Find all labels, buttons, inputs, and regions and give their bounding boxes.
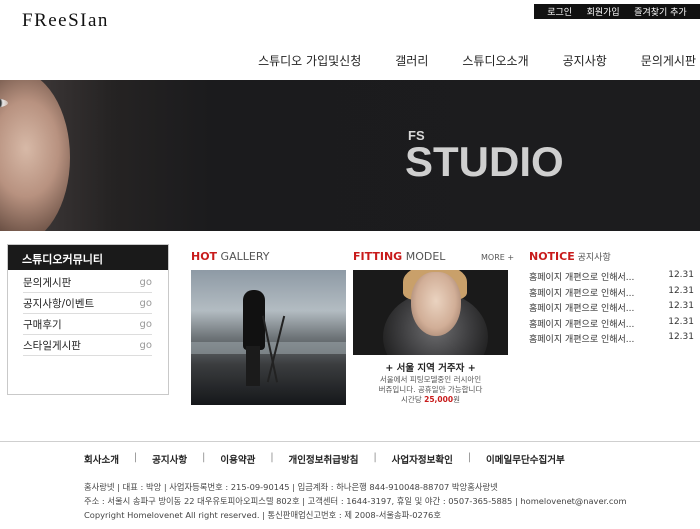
go-link[interactable]: go [140,340,152,351]
community-list: 문의게시판 go 공지사항/이벤트 go 구매후기 go 스타일게시판 go [8,270,168,356]
footer-divider [0,441,700,442]
notice-list: 홈페이지 개편으로 인해서... 12.31 홈페이지 개편으로 인해서... 12… [529,270,694,348]
photo-legs [246,346,260,386]
footer-address: 주소 : 서울시 송파구 방이동 22 대우유토피아오피스텔 802호 | 고객… [84,496,627,506]
community-item-label: 스타일게시판 [23,339,81,352]
separator: | [202,452,206,463]
bookmark-link[interactable]: 즐겨찾기 추가 [634,5,687,18]
login-link[interactable]: 로그인 [547,5,572,18]
title-accent: HOT [191,250,218,263]
banner-eye [0,98,8,108]
fitting-desc-line: 서울에서 피팅모델중인 러시아인 [379,375,482,384]
fitting-desc-line: 버쥬입니다. 공휴일만 가능합니다 [378,385,483,394]
title-rest: 공지사항 [574,253,611,263]
notice-date: 12.31 [668,301,694,311]
title-rest: GALLERY [217,250,270,263]
nav-studio-intro[interactable]: 스튜디오소개 [462,52,528,69]
notice-date: 12.31 [668,332,694,342]
list-item[interactable]: 홈페이지 개편으로 인해서... 12.31 [529,286,694,302]
hot-gallery-title: HOT GALLERY [191,250,269,263]
list-item[interactable]: 홈페이지 개편으로 인해서... 12.31 [529,317,694,333]
notice-text: 홈페이지 개편으로 인해서... [529,335,635,345]
main-banner: FS STUDIO [0,80,700,231]
separator: | [373,452,377,463]
footer-copyright: Copyright Homelovenet All right reserved… [84,510,441,520]
fitting-heading: + 서울 지역 거주자 + [385,363,476,374]
footer-link-terms[interactable]: 이용약관 [220,452,255,466]
go-link[interactable]: go [140,277,152,288]
community-item-label: 공지사항/이벤트 [23,297,95,310]
community-box: 스튜디오커뮤니티 문의게시판 go 공지사항/이벤트 go 구매후기 go 스타일게시… [7,244,169,395]
title-accent: FITTING [353,250,403,263]
fitting-price: 25,000 [424,395,454,404]
community-item-style[interactable]: 스타일게시판 go [23,335,152,356]
footer-link-privacy[interactable]: 개인정보취급방침 [289,452,359,466]
site-logo[interactable]: FReeSIan [22,10,109,32]
banner-model-image [0,80,70,231]
list-item[interactable]: 홈페이지 개편으로 인해서... 12.31 [529,332,694,348]
community-item-reviews[interactable]: 구매후기 go [23,314,152,335]
community-item-notice-event[interactable]: 공지사항/이벤트 go [23,293,152,314]
community-item-label: 문의게시판 [23,276,72,289]
footer-link-notice[interactable]: 공지사항 [152,452,187,466]
fitting-price-line: 시간당 25,000원 [353,395,508,405]
banner-studio-text: STUDIO [405,138,564,185]
separator: | [133,452,138,463]
notice-date: 12.31 [668,285,694,296]
footer-company-info: 홈사랑넷 | 대표 : 박앙 | 사업자등록번호 : 215-09-90145 … [84,482,498,492]
price-prefix: 시간당 [401,395,425,404]
community-item-label: 구매후기 [23,318,62,331]
title-accent: NOTICE [529,250,575,263]
footer-nav: 회사소개 | 공지사항 | 이용약관 | 개인정보취급방침 | 사업자정보확인 | 이메일… [84,452,565,466]
go-link[interactable]: go [140,298,152,309]
main-nav: 스튜디오 가입및신청 갤러리 스튜디오소개 공지사항 문의게시판 [258,52,700,69]
more-link[interactable]: MORE + [481,253,514,262]
footer-link-company[interactable]: 회사소개 [84,452,119,466]
utility-bar: 로그인 회원가입 즐겨찾기 추가 [534,4,700,19]
list-item[interactable]: 홈페이지 개편으로 인해서... 12.31 [529,301,694,317]
notice-text: 홈페이지 개편으로 인해서... [529,288,635,299]
notice-title: NOTICE 공지사항 [529,250,611,263]
notice-date: 12.31 [668,270,694,280]
nav-studio-join[interactable]: 스튜디오 가입및신청 [258,52,361,69]
price-suffix: 원 [453,395,460,404]
notice-text: 홈페이지 개편으로 인해서... [529,319,635,330]
title-rest: MODEL [402,250,446,263]
separator: | [270,452,274,463]
go-link[interactable]: go [140,319,152,330]
community-item-inquiry[interactable]: 문의게시판 go [23,272,152,293]
photo-photographer [243,290,265,350]
photo-face [411,272,461,336]
nav-gallery[interactable]: 갤러리 [395,52,428,69]
footer-link-business-info[interactable]: 사업자정보확인 [392,452,453,466]
fitting-model-photo[interactable] [353,270,508,355]
fitting-description: 서울에서 피팅모델중인 러시아인 버쥬입니다. 공휴일만 가능합니다 시간당 2… [353,375,508,405]
join-link[interactable]: 회원가입 [587,5,620,18]
list-item[interactable]: 홈페이지 개편으로 인해서... 12.31 [529,270,694,286]
fitting-model-title: FITTING MODEL [353,250,445,263]
nav-notice[interactable]: 공지사항 [563,52,607,69]
footer-info: 홈사랑넷 | 대표 : 박앙 | 사업자등록번호 : 215-09-90145 … [84,480,627,522]
gallery-photo[interactable] [191,270,346,405]
notice-text: 홈페이지 개편으로 인해서... [529,273,635,283]
notice-date: 12.31 [668,316,694,327]
nav-inquiry[interactable]: 문의게시판 [641,52,696,69]
separator: | [467,452,472,463]
notice-text: 홈페이지 개편으로 인해서... [529,304,635,314]
footer-link-email-policy[interactable]: 이메일무단수집거부 [486,452,565,466]
community-title: 스튜디오커뮤니티 [8,245,168,270]
